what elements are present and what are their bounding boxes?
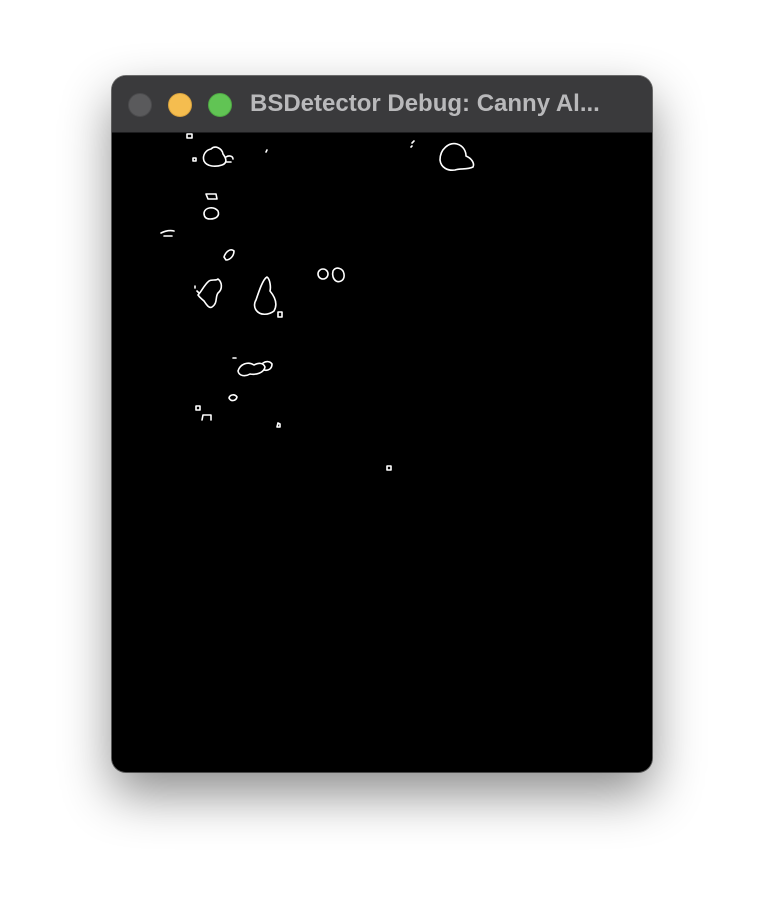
edge-contours xyxy=(160,133,475,471)
edge-contour xyxy=(386,465,392,471)
edge-contour xyxy=(331,267,345,283)
edge-contour xyxy=(202,146,227,167)
title-bar[interactable]: BSDetector Debug: Canny Al... xyxy=(112,76,652,133)
minimize-button[interactable] xyxy=(168,93,192,117)
edge-contour xyxy=(410,145,413,148)
close-button[interactable] xyxy=(128,93,152,117)
zoom-button[interactable] xyxy=(208,93,232,117)
edge-contour xyxy=(186,133,193,139)
edge-contour xyxy=(439,142,475,171)
edge-contour xyxy=(203,207,220,220)
edge-contour xyxy=(265,149,268,153)
edge-contour xyxy=(225,155,234,160)
edge-contour xyxy=(276,422,281,428)
debug-window: BSDetector Debug: Canny Al... xyxy=(112,76,652,772)
edge-contour xyxy=(192,157,197,162)
edge-contour xyxy=(237,362,266,377)
canny-edge-image xyxy=(112,133,652,772)
window-title: BSDetector Debug: Canny Al... xyxy=(250,90,600,117)
edge-contour xyxy=(411,140,415,144)
edge-contour xyxy=(160,229,175,234)
edge-contour xyxy=(196,290,200,294)
edge-contour xyxy=(228,394,238,402)
edge-contour xyxy=(277,311,283,318)
edge-contour xyxy=(195,405,201,411)
edge-contour xyxy=(253,276,277,316)
edge-contour xyxy=(317,268,329,280)
edge-contour xyxy=(201,414,212,421)
edge-contour xyxy=(197,278,223,309)
edge-contour xyxy=(205,193,218,200)
edge-contour xyxy=(223,249,235,261)
